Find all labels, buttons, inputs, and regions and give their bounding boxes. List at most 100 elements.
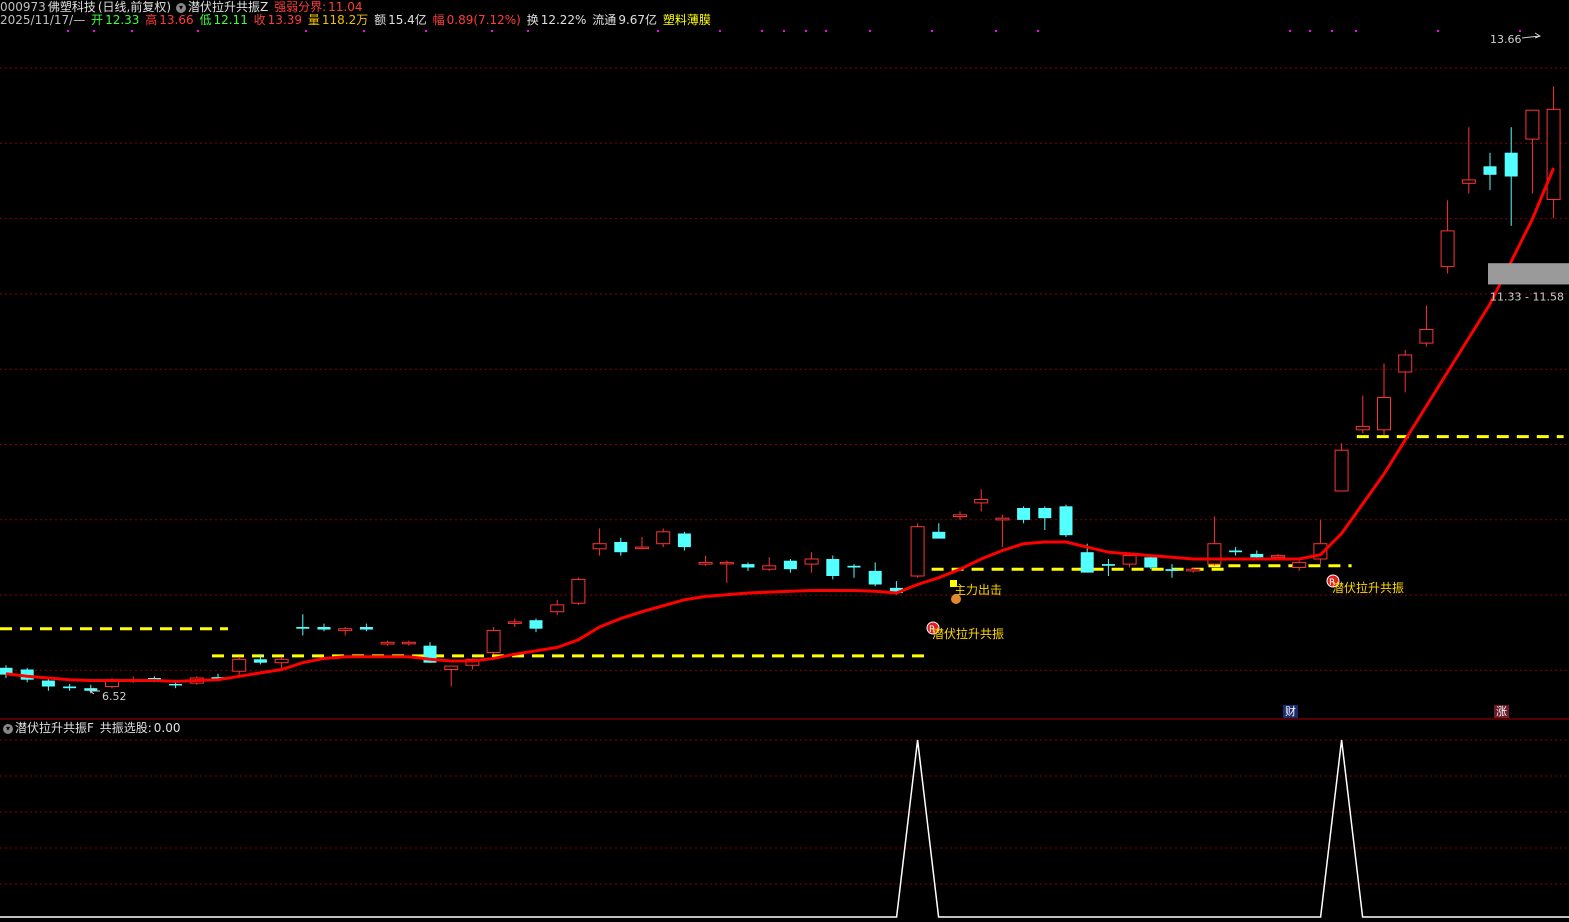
candle-body: [232, 658, 247, 672]
candle-body: [1461, 179, 1476, 184]
candle-body: [1038, 508, 1052, 519]
top-marker: [305, 30, 307, 32]
candle-body: [719, 561, 734, 565]
top-marker: [491, 30, 493, 32]
candle-body: [1483, 166, 1497, 175]
top-marker: [761, 30, 763, 32]
candle-body: [317, 627, 331, 630]
candle-body: [1207, 543, 1222, 565]
candle-body: [804, 558, 819, 565]
sector-label[interactable]: 塑料薄膜: [663, 13, 711, 27]
candle-body: [529, 620, 543, 629]
candle-body: [1271, 555, 1285, 558]
candle-body: [1080, 552, 1094, 573]
change-value: 0.89(7.12%): [446, 13, 521, 27]
candle-body: [932, 531, 946, 539]
candle-body: [253, 659, 267, 663]
candle-body: [1017, 508, 1031, 520]
ma-line: [5, 167, 1555, 683]
candle-body: [1059, 506, 1073, 536]
candle-body: [910, 526, 925, 577]
candle-body: [338, 628, 353, 631]
candle-body: [741, 564, 755, 568]
top-marker: [131, 30, 133, 32]
top-marker: [1519, 30, 1521, 32]
candle-body: [1377, 397, 1391, 431]
top-marker: [67, 30, 69, 32]
high-price-label: 13.66: [1490, 33, 1522, 46]
subpanel-signal-line: [0, 739, 1569, 918]
turnover-value: 12.22%: [540, 13, 587, 27]
strength-label: 强弱分界:: [274, 0, 327, 14]
candle-body: [507, 621, 522, 624]
candle-body: [550, 604, 565, 613]
finance-badge[interactable]: 财: [1283, 705, 1298, 718]
candle-body: [592, 543, 607, 550]
candle-body: [63, 686, 77, 689]
top-marker: [995, 30, 997, 32]
low-label: 低: [199, 13, 212, 27]
top-marker: [1437, 30, 1439, 32]
main-force-label: 主力出击: [954, 583, 1002, 597]
period-label[interactable]: (日线,前复权): [98, 0, 171, 14]
candle-body: [380, 641, 395, 645]
candle-body: [1186, 568, 1201, 572]
top-marker: [363, 30, 365, 32]
top-marker: [527, 30, 529, 32]
subpanel-value: 0.00: [153, 721, 181, 735]
candle-body: [995, 517, 1010, 521]
candle-body: [41, 680, 55, 687]
high-value: 13.66: [159, 13, 194, 27]
close-value: 13.39: [267, 13, 303, 27]
stock-name: 佛塑科技: [47, 0, 96, 14]
candle-body: [1440, 230, 1455, 268]
rise-badge[interactable]: 涨: [1494, 705, 1509, 718]
candle-body: [635, 546, 649, 550]
candle-body: [762, 565, 777, 570]
turnover-label: 换: [526, 13, 539, 27]
top-marker: [719, 30, 721, 32]
signal-label: 潜伏拉升共振: [932, 626, 1004, 641]
candle-body: [401, 641, 416, 645]
low-value: 12.11: [213, 13, 248, 27]
open-label: 开: [91, 13, 104, 27]
top-marker: [93, 30, 95, 32]
subpanel-dropdown-icon[interactable]: ▾: [3, 723, 13, 734]
price-range-label: 11.33 - 11.58: [1490, 290, 1564, 303]
indicator-dropdown-icon[interactable]: ▾: [176, 2, 187, 13]
candle-body: [359, 627, 373, 630]
header-line-1: 000973 佛塑科技 (日线,前复权) ▾ 潜伏拉升共振Z 强弱分界: 11.04: [0, 0, 364, 14]
candle-body: [1419, 329, 1434, 344]
price-range-box: [1488, 263, 1569, 285]
candle-body: [1250, 553, 1264, 558]
change-label: 幅: [432, 13, 445, 27]
candle-body: [274, 658, 289, 664]
price-chart[interactable]: 11.33 - 11.5813.666.52R潜伏拉升共振R潜伏拉升共振主力出击: [0, 0, 1569, 922]
high-label: 高: [145, 13, 158, 27]
high-arrow-icon: [1521, 32, 1542, 39]
candle-body: [1504, 152, 1518, 177]
candle-body: [296, 627, 310, 629]
volume-value: 118.2万: [321, 13, 369, 27]
top-marker: [657, 30, 659, 32]
candle-body: [1546, 108, 1561, 200]
candle-body: [953, 514, 967, 517]
candle-body: [847, 565, 861, 568]
candle-body: [1292, 561, 1307, 569]
top-marker: [825, 30, 827, 32]
subpanel-header: ▾ 潜伏拉升共振F 共振选股: 0.00: [0, 721, 183, 735]
top-marker: [1309, 30, 1311, 32]
signal-label: 潜伏拉升共振: [1332, 580, 1404, 595]
candle-body: [1525, 109, 1540, 140]
close-label: 收: [253, 13, 266, 27]
candle-body: [677, 533, 691, 548]
candle-body: [1398, 354, 1413, 373]
top-marker: [869, 30, 871, 32]
top-marker: [1289, 30, 1291, 32]
top-marker: [1331, 30, 1333, 32]
low-price-label: 6.52: [102, 690, 127, 703]
top-marker: [783, 30, 785, 32]
indicator-name[interactable]: 潜伏拉升共振Z: [188, 0, 268, 14]
subpanel-indicator[interactable]: 潜伏拉升共振F: [15, 721, 94, 735]
candle-body: [974, 499, 989, 504]
